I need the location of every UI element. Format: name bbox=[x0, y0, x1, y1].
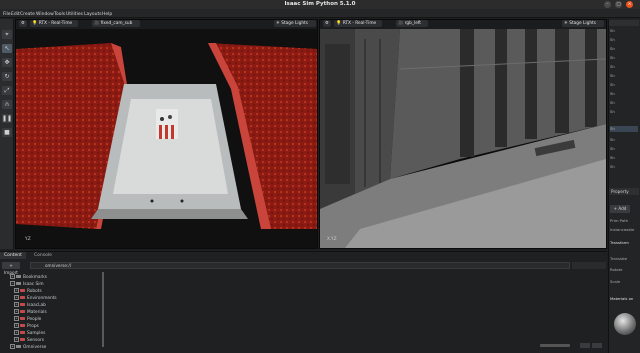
property-tab[interactable]: Property bbox=[609, 188, 639, 195]
tree-item-robots[interactable]: + Robots bbox=[14, 288, 42, 294]
material-preview-sphere bbox=[614, 313, 636, 335]
viewport-left-renderer[interactable]: 💡 RTX - Real-Time bbox=[30, 20, 78, 27]
viewport-right-settings-icon[interactable]: ⚙ bbox=[323, 20, 331, 27]
tab-content[interactable]: Content bbox=[0, 252, 26, 259]
stage-row[interactable]: Sh bbox=[610, 82, 638, 88]
stage-row[interactable]: Sh bbox=[610, 37, 638, 43]
stage-row[interactable]: Sh bbox=[610, 64, 638, 70]
stage-row[interactable]: Sh bbox=[610, 155, 638, 161]
transform-section[interactable]: Transform bbox=[610, 240, 638, 246]
stage-row[interactable]: Sh bbox=[610, 55, 638, 61]
viewport-left-lights[interactable]: ☀ Stage Lights bbox=[274, 20, 316, 27]
translate-label: Translate bbox=[610, 256, 628, 261]
menu-utilities[interactable]: Utilities bbox=[66, 12, 83, 17]
move-icon[interactable]: ✥ bbox=[2, 58, 12, 67]
tree-item-sensors[interactable]: + Sensors bbox=[14, 337, 44, 343]
select-icon[interactable]: ⌖ bbox=[2, 30, 12, 39]
viewport-left-axis-label: Y.Z bbox=[25, 236, 31, 241]
tree-item-environments[interactable]: + Environments bbox=[14, 295, 57, 301]
add-button[interactable]: + Add bbox=[610, 205, 630, 213]
instanceable-label: Instanceable bbox=[610, 227, 635, 232]
viewport-right-camera[interactable]: 🎥 rgb_left bbox=[396, 20, 428, 27]
viewport-right[interactable] bbox=[319, 19, 607, 249]
viewport-left-settings-icon[interactable]: ⚙ bbox=[19, 20, 27, 27]
close-button[interactable]: × bbox=[626, 1, 633, 8]
import-button[interactable]: + Import bbox=[2, 262, 20, 275]
stage-row-selected[interactable]: Sh bbox=[610, 126, 638, 132]
menu-window[interactable]: Window bbox=[36, 12, 54, 17]
tree-item-props[interactable]: + Props bbox=[14, 323, 39, 329]
tree-item-samples[interactable]: + Samples bbox=[14, 330, 45, 336]
stage-row[interactable]: Sh bbox=[610, 100, 638, 106]
scale-icon[interactable]: ⤢ bbox=[2, 86, 12, 95]
menu-layouts[interactable]: Layouts bbox=[84, 12, 102, 17]
menu-create[interactable]: Create bbox=[20, 12, 35, 17]
rotate-label: Rotate bbox=[610, 267, 623, 272]
pause-icon[interactable]: ❚❚ bbox=[2, 114, 12, 123]
menu-tools[interactable]: Tools bbox=[54, 12, 65, 17]
maximize-button[interactable]: □ bbox=[615, 1, 622, 8]
materials-section[interactable]: Materials on bbox=[610, 296, 638, 302]
rotate-icon[interactable]: ↻ bbox=[2, 72, 12, 81]
tree-item-materials[interactable]: + Materials bbox=[14, 309, 47, 315]
stage-row[interactable]: Sh bbox=[610, 91, 638, 97]
stage-row[interactable]: Sh bbox=[610, 137, 638, 143]
tree-item-isaac-sim[interactable]: − Isaac Sim bbox=[10, 281, 44, 287]
stage-row[interactable]: Sh bbox=[610, 164, 638, 170]
stage-header bbox=[609, 20, 639, 26]
stop-icon[interactable]: ■ bbox=[2, 128, 12, 137]
viewport-left[interactable] bbox=[15, 19, 318, 249]
stage-row[interactable]: Sh bbox=[610, 28, 638, 34]
window-title: Isaac Sim Python 5.1.0 bbox=[284, 1, 356, 7]
cursor-icon[interactable]: ↖ bbox=[2, 44, 12, 53]
viewport-right-lights[interactable]: ☀ Stage Lights bbox=[562, 20, 604, 27]
grid-view-icon[interactable] bbox=[580, 343, 590, 348]
list-view-icon[interactable] bbox=[592, 343, 602, 348]
tab-console[interactable]: Console bbox=[30, 252, 56, 259]
viewport-left-scene bbox=[16, 29, 317, 248]
prim-path-label: Prim Path bbox=[610, 218, 629, 223]
stage-row[interactable]: Sh bbox=[610, 46, 638, 52]
menu-help[interactable]: Help bbox=[102, 12, 112, 17]
panel-splitter[interactable] bbox=[102, 272, 104, 347]
thumbnail-size-slider[interactable] bbox=[540, 344, 570, 347]
scale-label: Scale bbox=[610, 279, 621, 284]
viewport-right-renderer[interactable]: 💡 RTX - Real-Time bbox=[334, 20, 382, 27]
viewport-right-axis-label: X.Y.Z bbox=[327, 236, 337, 241]
stage-row[interactable]: Sh bbox=[610, 146, 638, 152]
viewport-right-scene bbox=[320, 29, 606, 248]
tree-item-omniverse[interactable]: + Omniverse bbox=[10, 344, 46, 350]
tree-item-isaaclab[interactable]: + IsaacLab bbox=[14, 302, 46, 308]
stage-row[interactable]: Sh bbox=[610, 109, 638, 115]
minimize-button[interactable]: – bbox=[604, 1, 611, 8]
snap-icon[interactable]: ∩ bbox=[2, 100, 12, 109]
search-field[interactable] bbox=[572, 262, 606, 269]
tree-item-people[interactable]: + People bbox=[14, 316, 41, 322]
viewport-left-camera[interactable]: 🎥 fixed_cam_sub bbox=[92, 20, 140, 27]
menu-file[interactable]: File bbox=[3, 12, 11, 17]
menu-edit[interactable]: Edit bbox=[11, 12, 20, 17]
stage-row[interactable]: Sh bbox=[610, 73, 638, 79]
tree-item-bookmarks[interactable]: + Bookmarks bbox=[10, 274, 47, 280]
path-field[interactable]: omniverse:// bbox=[30, 262, 570, 269]
